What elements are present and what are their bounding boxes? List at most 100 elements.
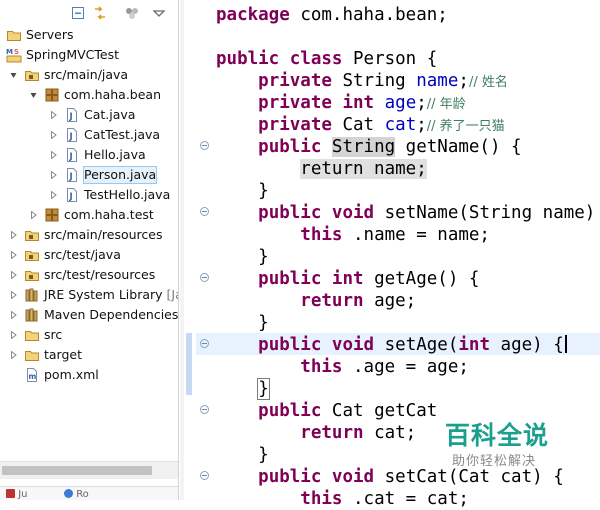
folding-gutter <box>196 0 216 500</box>
svg-text:J: J <box>69 172 73 182</box>
collapsed-arrow-icon[interactable] <box>30 211 37 219</box>
link-with-editor-icon[interactable] <box>92 5 108 21</box>
code-line-12: } <box>216 247 269 267</box>
svg-text:J: J <box>69 192 73 202</box>
collapsed-arrow-icon[interactable] <box>10 311 17 319</box>
code-line-8: return name; <box>300 159 427 179</box>
expanded-arrow-icon[interactable] <box>30 91 37 99</box>
code-line-1: package com.haha.bean; <box>216 5 448 25</box>
svg-text:M: M <box>6 48 13 56</box>
tree-item-testhello-java[interactable]: J TestHello.java <box>0 185 178 205</box>
matching-brace-highlight: } <box>257 378 270 400</box>
tree-item-com-haha-bean[interactable]: com.haha.bean <box>0 85 178 105</box>
java-file-icon: J <box>64 167 80 183</box>
java-file-icon: J <box>64 187 80 203</box>
tree-item-maven-dependencies[interactable]: Maven Dependencies <box>0 305 178 325</box>
code-line-10: public void setName(String name) { <box>258 203 600 223</box>
tree-item-label: TestHello.java <box>84 187 171 202</box>
java-file-icon: J <box>64 147 80 163</box>
folder-icon <box>6 27 22 43</box>
tree-item-src[interactable]: src <box>0 325 178 345</box>
collapsed-arrow-icon[interactable] <box>50 191 57 199</box>
tree-item-src-main-resources[interactable]: src/main/resources <box>0 225 178 245</box>
tree-item-target[interactable]: target <box>0 345 178 365</box>
fold-toggle-setcat[interactable] <box>200 471 209 480</box>
junit-tab[interactable]: Ju <box>6 489 27 500</box>
tree-item-cattest-java[interactable]: J CatTest.java <box>0 125 178 145</box>
source-folder-icon <box>24 227 40 243</box>
tree-item-label: Maven Dependencies <box>44 307 179 322</box>
tree-item-src-test-java[interactable]: src/test/java <box>0 245 178 265</box>
svg-text:S: S <box>14 48 19 56</box>
library-icon <box>24 307 40 323</box>
collapsed-arrow-icon[interactable] <box>10 271 17 279</box>
tree-item-label: com.haha.test <box>64 207 154 222</box>
tree-item-src-test-resources[interactable]: src/test/resources <box>0 265 178 285</box>
collapsed-arrow-icon[interactable] <box>10 231 17 239</box>
explorer-horizontal-scrollbar[interactable] <box>0 461 178 479</box>
collapsed-arrow-icon[interactable] <box>10 331 17 339</box>
expanded-arrow-icon[interactable] <box>10 71 17 79</box>
focus-task-icon[interactable] <box>124 5 140 21</box>
tree-item-cat-java[interactable]: J Cat.java <box>0 105 178 125</box>
tree-item-person-java[interactable]: J Person.java <box>0 165 178 185</box>
library-icon <box>24 287 40 303</box>
code-line-21: } <box>216 445 269 465</box>
code-line-5: private int age;// 年龄 <box>258 93 466 113</box>
collapsed-arrow-icon[interactable] <box>50 111 57 119</box>
tree-item-label: Person.java <box>82 166 158 184</box>
tree-item-servers[interactable]: Servers <box>0 25 178 45</box>
fold-toggle-getcat[interactable] <box>200 405 209 414</box>
collapsed-arrow-icon[interactable] <box>10 251 17 259</box>
code-line-3: public class Person { <box>216 49 438 69</box>
tree-item-label: CatTest.java <box>84 127 161 142</box>
code-line-20: return cat; <box>300 423 417 443</box>
collapsed-arrow-icon[interactable] <box>50 151 57 159</box>
fold-toggle-getname[interactable] <box>200 141 209 150</box>
collapsed-arrow-icon[interactable] <box>50 171 57 179</box>
folder-icon <box>24 327 40 343</box>
project-explorer: Servers M S SpringMVCTest src/main/java com.h… <box>0 0 179 500</box>
view-menu-icon[interactable] <box>151 5 167 21</box>
svg-text:J: J <box>69 112 73 122</box>
tree-item-springmvctest[interactable]: M S SpringMVCTest <box>0 45 178 65</box>
code-line-6: private Cat cat;// 养了一只猫 <box>258 115 505 135</box>
fold-toggle-setname[interactable] <box>200 207 209 216</box>
code-line-13: public int getAge() { <box>258 269 480 289</box>
collapse-all-icon[interactable] <box>70 5 86 21</box>
tree-item-src-main-java[interactable]: src/main/java <box>0 65 178 85</box>
tree-item-jre-system-library[interactable]: JRE System Library [Ja <box>0 285 178 305</box>
tree-item-label: src/main/resources <box>44 227 163 242</box>
collapsed-arrow-icon[interactable] <box>10 351 17 359</box>
tree-item-label: com.haha.bean <box>64 87 162 102</box>
source-folder-icon <box>24 67 40 83</box>
folder-icon <box>24 347 40 363</box>
tree-item-pom-xml[interactable]: m pom.xml <box>0 365 178 385</box>
tree-item-label: src/test/resources <box>44 267 156 282</box>
watermark-subtitle: 助你轻松解决 <box>452 454 537 469</box>
tree-item-com-haha-test[interactable]: com.haha.test <box>0 205 178 225</box>
tree-item-label: JRE System Library [Ja <box>44 287 178 302</box>
tree-item-label: pom.xml <box>44 367 99 382</box>
scrollbar-thumb[interactable] <box>2 466 152 475</box>
tree-item-label: src <box>44 327 63 342</box>
code-line-11: this .name = name; <box>300 225 490 245</box>
code-line-14: return age; <box>300 291 417 311</box>
code-line-9: } <box>216 181 269 201</box>
collapsed-arrow-icon[interactable] <box>50 131 57 139</box>
source-folder-icon <box>24 267 40 283</box>
fold-toggle-setage[interactable] <box>200 339 209 348</box>
svg-text:J: J <box>69 152 73 162</box>
code-line-23: this .cat = cat; <box>300 489 469 509</box>
remote-systems-tab[interactable]: Ro <box>64 489 89 500</box>
fold-toggle-getage[interactable] <box>200 273 209 282</box>
maven-pom-icon: m <box>24 367 40 383</box>
tree-item-hello-java[interactable]: J Hello.java <box>0 145 178 165</box>
baike-watermark: 百科全说 助你轻松解决 <box>443 414 573 469</box>
tree-item-label: Hello.java <box>84 147 146 162</box>
code-line-19: public Cat getCat <box>258 401 438 421</box>
java-file-icon: J <box>64 127 80 143</box>
collapsed-arrow-icon[interactable] <box>10 291 17 299</box>
java-file-icon: J <box>64 107 80 123</box>
editor-annotation-ruler <box>184 0 196 500</box>
